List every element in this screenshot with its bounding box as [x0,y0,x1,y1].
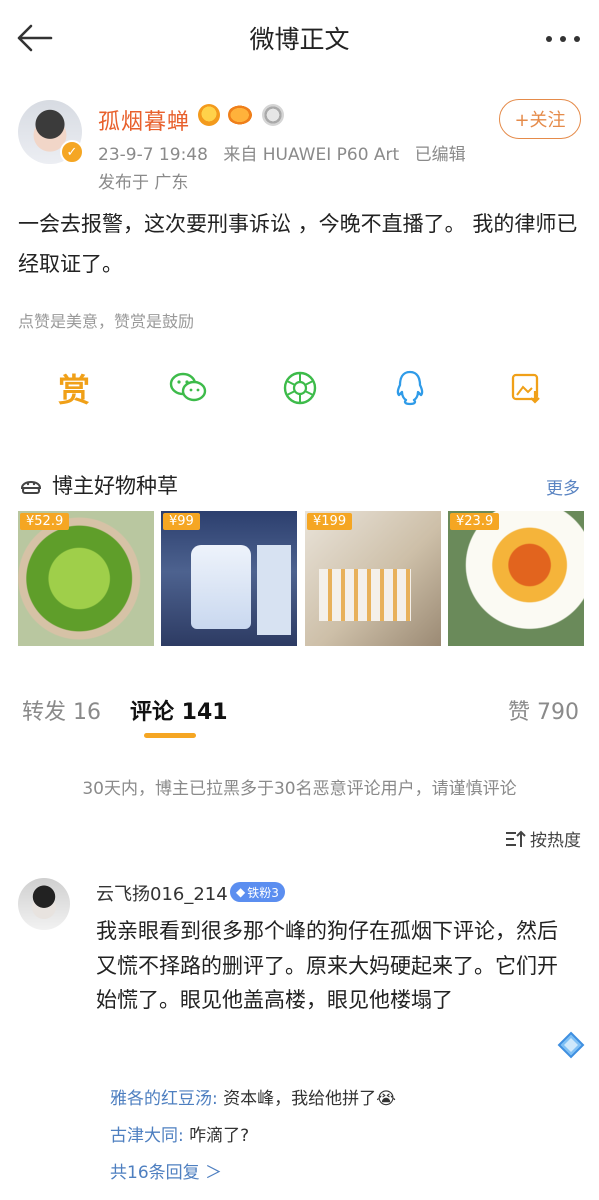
reply-user[interactable]: 雅各的红豆汤: [110,1089,218,1109]
sort-icon [506,830,526,847]
comment-text: 我亲眼看到很多那个峰的狗仔在孤烟下评论，然后又慌不择路的删评了。原来大妈硬起来了… [96,919,558,1012]
post-edited: 已编辑 [414,145,466,165]
post-date: 23-9-7 19:48 [98,145,208,165]
price-tag: ¥99 [163,513,200,530]
save-image-button[interactable] [496,360,556,416]
author-name[interactable]: 孤烟暮蝉 [98,104,190,136]
price-tag: ¥199 [307,513,353,530]
price-tag: ¥23.9 [450,513,500,530]
goods-item[interactable]: ¥99 [161,511,297,646]
vip-badge-icon [198,104,220,126]
share-row: 赏 [0,360,599,420]
share-qq-button[interactable] [380,360,440,416]
reply-item[interactable]: 雅各的红豆汤: 资本峰，我给他拼了😭 [110,1084,396,1109]
more-dots-icon [546,36,580,42]
reward-hint: 点赞是美意，赞赏是鼓励 [18,312,195,331]
reward-icon: 赏 [57,371,90,409]
post-location: 发布于 广东 [98,173,189,193]
goods-title: 博主好物种草 [52,474,178,498]
moments-icon [283,371,317,405]
medal-badge-icon [262,104,284,126]
author-badges [198,104,284,126]
like-comment-button[interactable] [556,1030,586,1060]
reply-text: 咋滴了? [183,1126,250,1146]
post-source: 来自 HUAWEI P60 Art [223,145,400,165]
goods-header: 博主好物种草 更多 [18,468,584,502]
active-tab-indicator [144,733,196,738]
comment-notice: 30天内，博主已拉黑多于30名恶意评论用户，请谨慎评论 [82,779,517,799]
price-tag: ¥52.9 [20,513,70,530]
goods-item[interactable]: ¥199 [305,511,441,646]
verified-badge-icon: ✓ [60,140,84,164]
bottle-graphic [191,545,251,629]
diamond-small-icon: ◆ [236,885,246,899]
reply-item[interactable]: 古津大同: 咋滴了? [110,1121,249,1146]
goods-item[interactable]: ¥52.9 [18,511,154,646]
fish-badge-icon [228,104,254,126]
share-moments-button[interactable] [270,360,330,416]
replies-box: 雅各的红豆汤: 资本峰，我给他拼了😭 古津大同: 咋滴了? 共16条回复 ＞ [96,1076,582,1192]
follow-button[interactable]: +关注 [499,99,581,139]
gift-box-graphic [257,545,291,635]
more-replies-link[interactable]: 共16条回复 ＞ [110,1158,222,1183]
goods-more-link[interactable]: 更多 [546,474,580,499]
tab-like[interactable]: 赞 790 [508,694,579,726]
fan-badge: ◆ 铁粉3 [230,882,285,902]
sort-button[interactable]: 按热度 [504,826,581,851]
more-options-button[interactable] [541,22,585,56]
share-wechat-button[interactable] [158,360,218,416]
top-bar: 微博正文 [0,0,599,72]
qq-icon [396,370,424,406]
post-text: 一会去报警，这次要刑事诉讼 ，今晚不直播了。 我的律师已经取证了。 [18,212,578,276]
page-title: 微博正文 [249,25,350,54]
tab-repost[interactable]: 转发 16 [22,694,101,726]
save-image-icon [511,373,540,404]
diamond-icon [557,1031,585,1059]
reply-user[interactable]: 古津大同: [110,1126,184,1146]
sort-label: 按热度 [530,831,581,851]
fan-badge-label: 铁粉3 [247,885,279,900]
commenter-name[interactable]: 云飞扬016_214 [96,880,228,906]
reply-text: 资本峰，我给他拼了😭 [217,1089,397,1109]
vials-graphic [319,569,411,621]
goods-item[interactable]: ¥23.9 [448,511,584,646]
post-meta: 23-9-7 19:48 来自 HUAWEI P60 Art 已编辑 [98,140,476,165]
wechat-icon [169,372,207,402]
tab-comment[interactable]: 评论 141 [130,694,228,726]
cap-icon [20,481,42,494]
goods-list: ¥52.9 ¥99 ¥199 ¥23.9 [18,511,584,646]
commenter-avatar[interactable] [18,878,70,930]
reward-button[interactable]: 赏 [44,360,104,416]
